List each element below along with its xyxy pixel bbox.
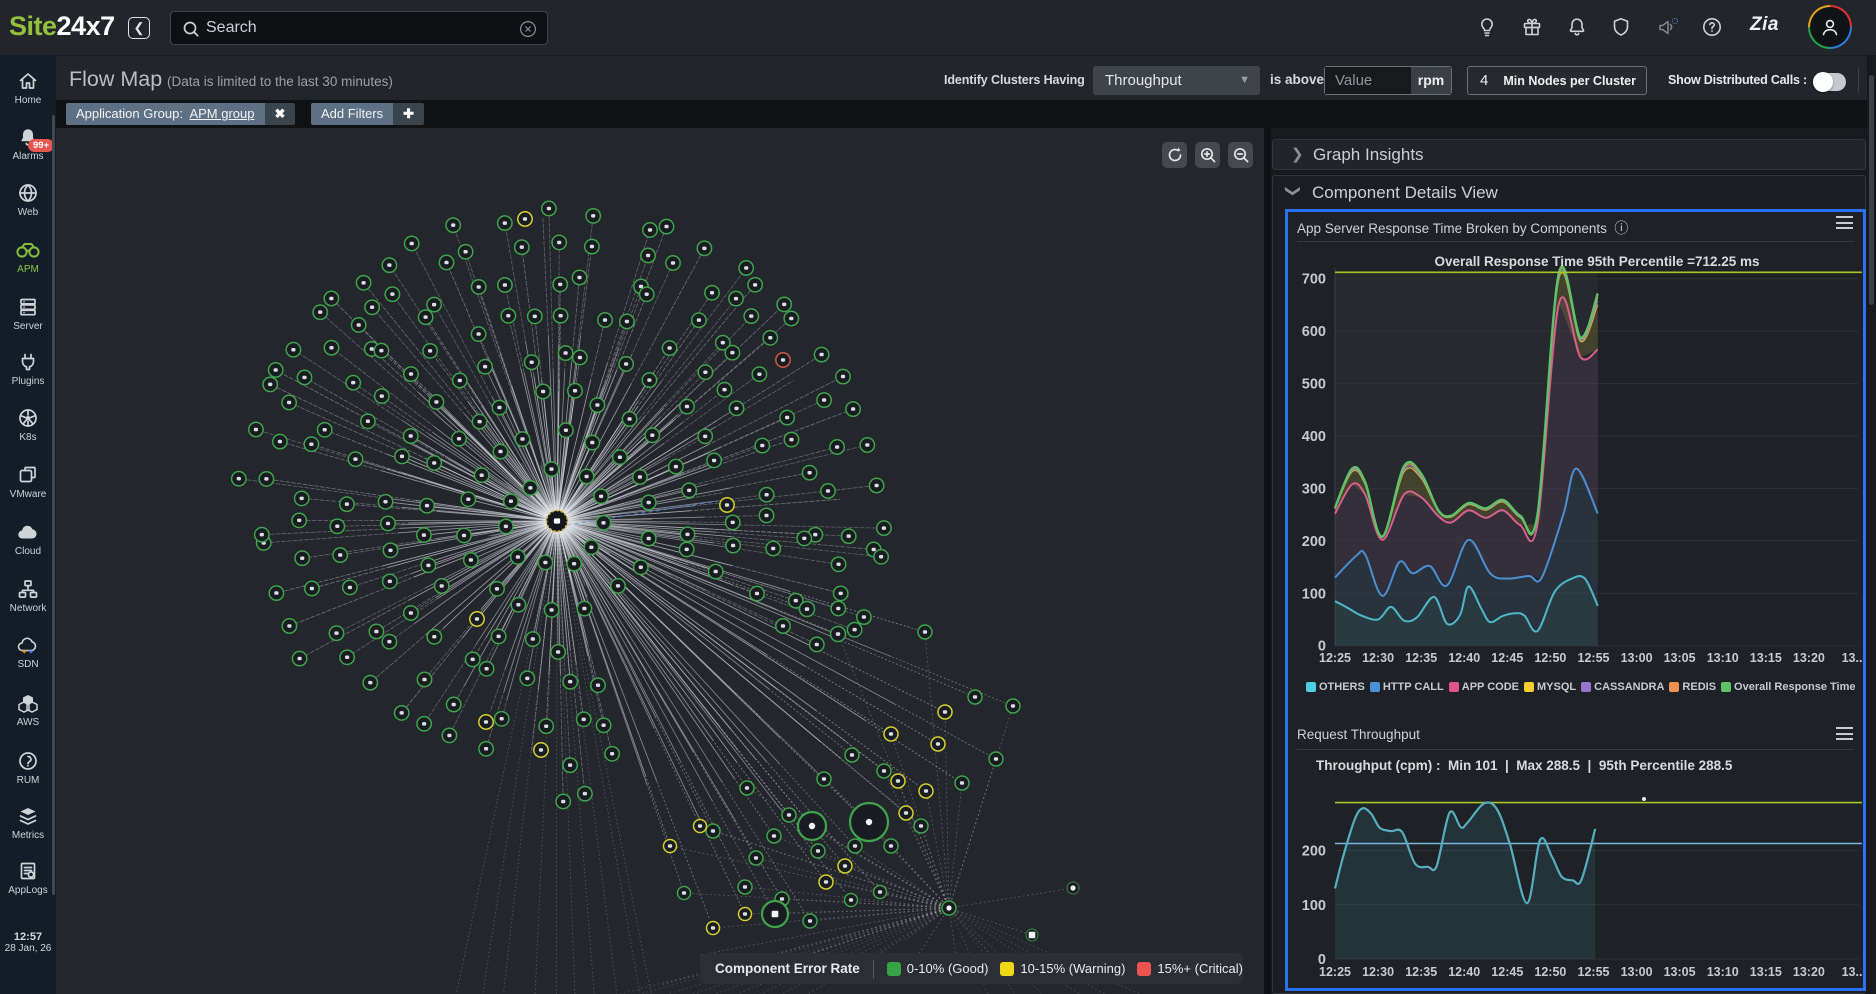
svg-text:12:45: 12:45	[1491, 651, 1523, 665]
svg-text:400: 400	[1302, 429, 1326, 445]
svg-text:600: 600	[1302, 324, 1326, 340]
svg-text:13..: 13..	[1842, 965, 1863, 979]
svg-text:Overall Response Time 95th Per: Overall Response Time 95th Percentile =7…	[1434, 254, 1759, 269]
svg-text:100: 100	[1302, 586, 1326, 602]
svg-text:12:35: 12:35	[1405, 965, 1437, 979]
svg-text:12:30: 12:30	[1362, 965, 1394, 979]
svg-text:12:55: 12:55	[1578, 965, 1610, 979]
svg-text:12:45: 12:45	[1491, 965, 1523, 979]
svg-text:200: 200	[1302, 534, 1326, 550]
svg-text:13:10: 13:10	[1707, 651, 1739, 665]
svg-text:13..: 13..	[1842, 651, 1863, 665]
svg-text:13:15: 13:15	[1750, 965, 1782, 979]
svg-text:13:20: 13:20	[1793, 965, 1825, 979]
svg-text:100: 100	[1302, 898, 1326, 914]
svg-text:12:50: 12:50	[1534, 965, 1566, 979]
svg-text:12:25: 12:25	[1319, 965, 1351, 979]
svg-text:12:35: 12:35	[1405, 651, 1437, 665]
svg-text:12:50: 12:50	[1534, 651, 1566, 665]
svg-text:700: 700	[1302, 272, 1326, 288]
svg-text:500: 500	[1302, 377, 1326, 393]
svg-text:12:25: 12:25	[1319, 651, 1351, 665]
svg-text:13:10: 13:10	[1707, 965, 1739, 979]
svg-text:13:20: 13:20	[1793, 651, 1825, 665]
svg-text:12:40: 12:40	[1448, 651, 1480, 665]
svg-text:13:05: 13:05	[1664, 651, 1696, 665]
svg-text:13:00: 13:00	[1621, 651, 1653, 665]
svg-text:13:05: 13:05	[1664, 965, 1696, 979]
svg-text:300: 300	[1302, 481, 1326, 497]
svg-text:200: 200	[1302, 844, 1326, 860]
svg-text:12:40: 12:40	[1448, 965, 1480, 979]
svg-text:12:55: 12:55	[1578, 651, 1610, 665]
svg-text:12:30: 12:30	[1362, 651, 1394, 665]
svg-text:13:15: 13:15	[1750, 651, 1782, 665]
svg-text:13:00: 13:00	[1621, 965, 1653, 979]
